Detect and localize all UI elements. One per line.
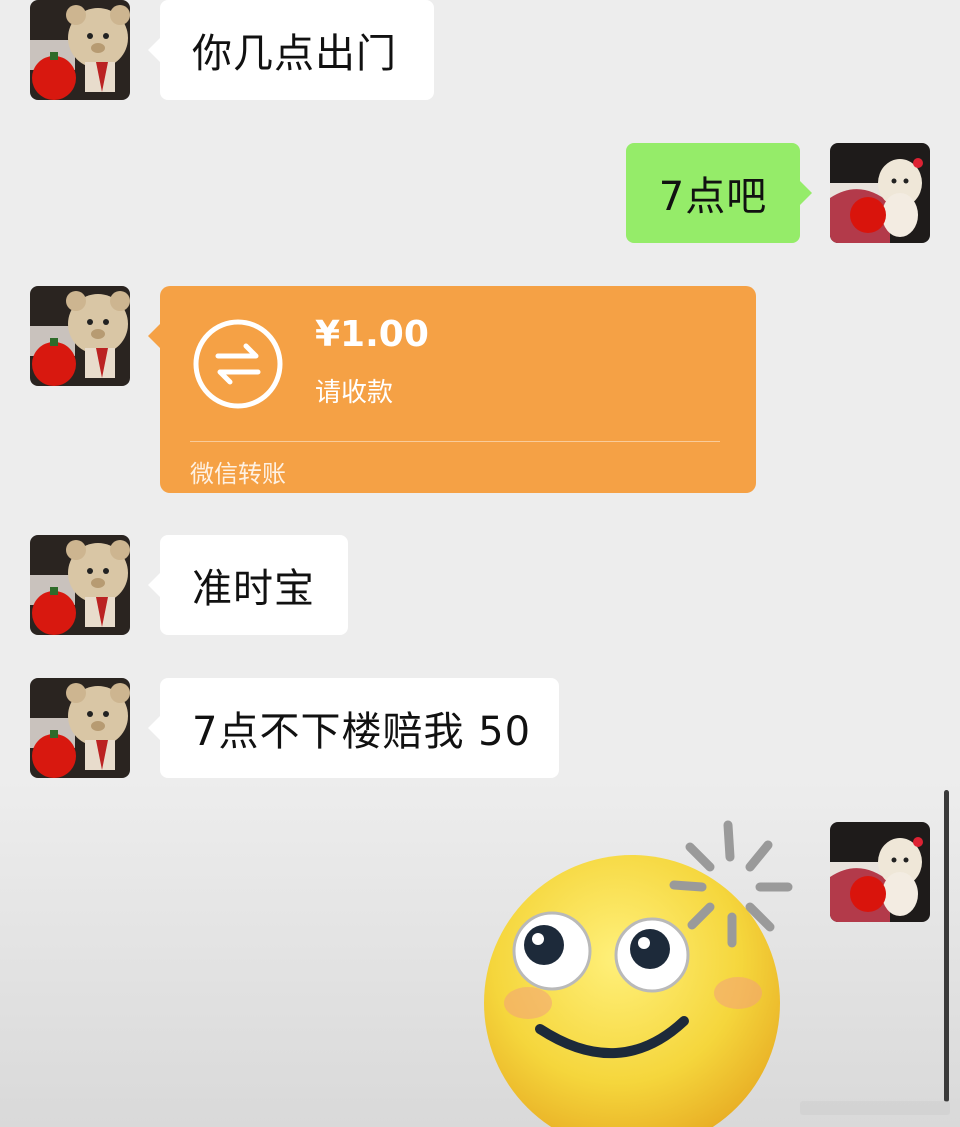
transfer-footer-label: 微信转账 <box>190 460 286 488</box>
contact-avatar[interactable] <box>30 678 130 778</box>
message-bubble[interactable]: 准时宝 <box>148 535 348 635</box>
contact-avatar[interactable] <box>30 535 130 635</box>
dog-plush-avatar-icon <box>830 143 930 243</box>
transfer-card[interactable]: ¥1.00 请收款 微信转账 <box>148 286 756 493</box>
message-text: 7点不下楼赔我 50 <box>192 709 532 755</box>
bubble-tail <box>800 181 812 205</box>
teddy-bear-avatar-icon <box>30 0 130 100</box>
message-text: 准时宝 <box>192 566 315 612</box>
contact-avatar[interactable] <box>30 0 130 100</box>
message-bubble[interactable]: 7点不下楼赔我 50 <box>148 678 559 778</box>
bubble-tail <box>148 38 160 62</box>
transfer-status: 请收款 <box>315 378 394 408</box>
message-bubble[interactable]: 你几点出门 <box>148 0 434 100</box>
scrollbar[interactable] <box>944 790 949 1102</box>
teddy-bear-avatar-icon <box>30 678 130 778</box>
contact-avatar[interactable] <box>30 286 130 386</box>
dizzy-smile-emoji-icon[interactable] <box>470 815 800 1127</box>
transfer-amount: ¥1.00 <box>315 314 429 355</box>
teddy-bear-avatar-icon <box>30 286 130 386</box>
dog-plush-avatar-icon <box>830 822 930 922</box>
divider <box>190 441 720 442</box>
message-bubble[interactable]: 7点吧 <box>626 143 812 243</box>
transfer-arrows-icon <box>193 319 283 409</box>
my-avatar[interactable] <box>830 822 930 922</box>
watermark-logo <box>800 1101 950 1115</box>
message-text: 你几点出门 <box>192 31 397 77</box>
bubble-tail <box>148 573 160 597</box>
my-avatar[interactable] <box>830 143 930 243</box>
bubble-tail <box>148 324 160 348</box>
message-text: 7点吧 <box>658 174 768 220</box>
teddy-bear-avatar-icon <box>30 535 130 635</box>
bubble-tail <box>148 716 160 740</box>
